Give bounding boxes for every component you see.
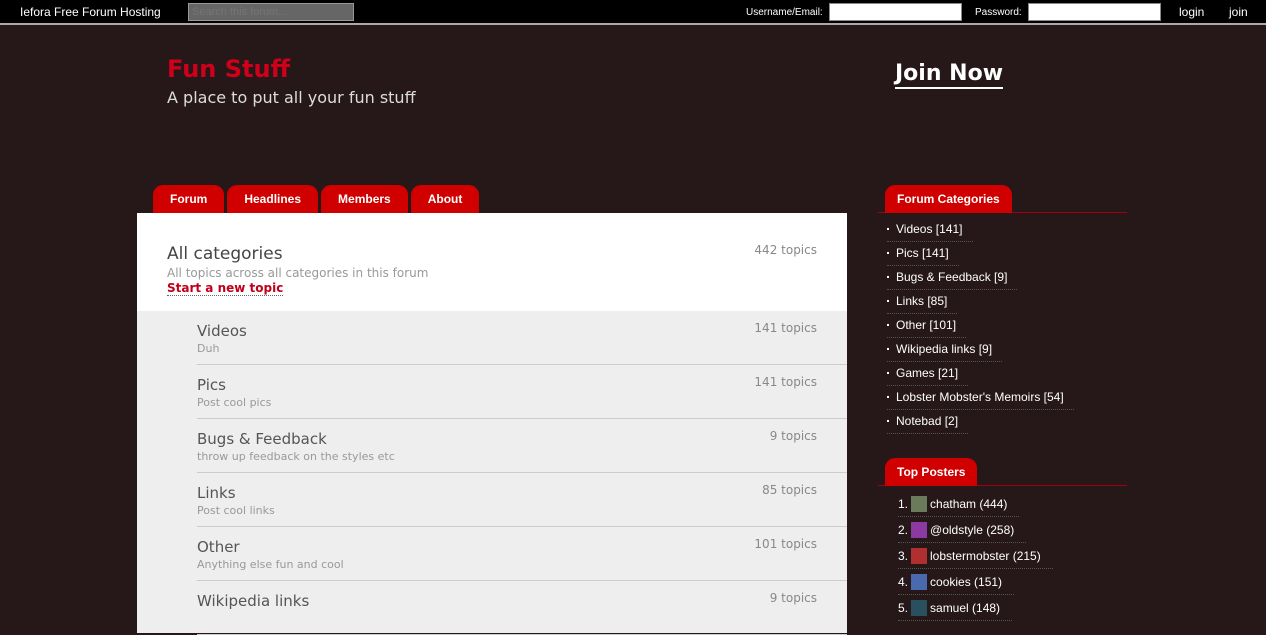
category-row[interactable]: Bugs & Feedback throw up feedback on the… — [197, 419, 847, 473]
sidebar-category-item[interactable]: Links [85] — [887, 290, 1127, 314]
top-poster-item[interactable]: 1. chatham (444) — [898, 492, 1127, 518]
category-row[interactable]: Wikipedia links 9 topics — [197, 581, 847, 635]
start-new-topic-link[interactable]: Start a new topic — [167, 281, 284, 296]
poster-name[interactable]: @oldstyle (258) — [930, 523, 1014, 537]
category-name[interactable]: Links — [197, 484, 236, 502]
avatar — [911, 548, 928, 564]
sidebar-category-item[interactable]: Other [101] — [887, 314, 1127, 338]
avatar — [911, 522, 928, 538]
category-name[interactable]: Bugs & Feedback — [197, 430, 327, 448]
tab-members[interactable]: Members — [321, 185, 408, 213]
top-poster-item[interactable]: 5. samuel (148) — [898, 596, 1127, 622]
sidebar-category-item[interactable]: Lobster Mobster's Memoirs [54] — [887, 386, 1127, 410]
username-label: Username/Email: — [746, 7, 823, 18]
forum-categories-widget: Forum Categories Videos [141] Pics [141]… — [878, 185, 1127, 434]
sidebar-category-item[interactable]: Videos [141] — [887, 218, 1127, 242]
poster-rank: 1. — [898, 497, 909, 511]
category-row[interactable]: Other Anything else fun and cool 101 top… — [197, 527, 847, 581]
sidebar-category-link[interactable]: Links [85] — [887, 294, 958, 314]
sidebar-category-item[interactable]: Games [21] — [887, 362, 1127, 386]
nav-tabs: Forum Headlines Members About — [153, 185, 480, 213]
category-topic-count: 9 topics — [769, 591, 817, 605]
poster-name[interactable]: cookies (151) — [930, 575, 1002, 589]
poster-rank: 5. — [898, 601, 909, 615]
all-categories-header: All categories All topics across all cat… — [137, 213, 847, 311]
avatar — [911, 600, 928, 616]
poster-name[interactable]: samuel (148) — [930, 601, 1000, 615]
category-description: Anything else fun and cool — [197, 558, 344, 571]
category-row[interactable]: Links Post cool links 85 topics — [197, 473, 847, 527]
sidebar-category-item[interactable]: Bugs & Feedback [9] — [887, 266, 1127, 290]
search-input[interactable] — [188, 3, 354, 21]
category-topic-count: 9 topics — [769, 429, 817, 443]
category-description: Duh — [197, 342, 220, 355]
sidebar-category-link[interactable]: Videos [141] — [887, 222, 973, 242]
sidebar-category-item[interactable]: Wikipedia links [9] — [887, 338, 1127, 362]
sidebar-category-link[interactable]: Notebad [2] — [887, 414, 969, 434]
poster-name[interactable]: lobstermobster (215) — [930, 549, 1041, 563]
all-categories-description: All topics across all categories in this… — [167, 266, 429, 280]
category-topic-count: 141 topics — [754, 375, 817, 389]
sidebar-category-item[interactable]: Notebad [2] — [887, 410, 1127, 434]
all-categories-title[interactable]: All categories — [167, 244, 283, 264]
forum-subtitle: A place to put all your fun stuff — [167, 88, 416, 107]
top-posters-widget: Top Posters 1. chatham (444) 2. @oldstyl… — [878, 458, 1127, 622]
top-poster-item[interactable]: 4. cookies (151) — [898, 570, 1127, 596]
sidebar-category-item[interactable]: Pics [141] — [887, 242, 1127, 266]
sidebar-category-link[interactable]: Other [101] — [887, 318, 967, 338]
top-poster-item[interactable]: 3. lobstermobster (215) — [898, 544, 1127, 570]
join-link[interactable]: join — [1229, 5, 1248, 19]
category-name[interactable]: Videos — [197, 322, 247, 340]
top-posters-title: Top Posters — [885, 458, 978, 486]
category-name[interactable]: Pics — [197, 376, 226, 394]
category-topic-count: 85 topics — [762, 483, 817, 497]
category-description: Post cool pics — [197, 396, 272, 409]
top-bar: Iefora Free Forum Hosting Username/Email… — [0, 0, 1266, 25]
tab-forum[interactable]: Forum — [153, 185, 225, 213]
category-row[interactable]: Pics Post cool pics 141 topics — [197, 365, 847, 419]
category-panel: All categories All topics across all cat… — [137, 213, 847, 635]
site-brand-link[interactable]: Iefora Free Forum Hosting — [20, 5, 161, 19]
poster-rank: 4. — [898, 575, 909, 589]
sidebar-category-link[interactable]: Lobster Mobster's Memoirs [54] — [887, 390, 1074, 410]
sidebar-category-link[interactable]: Games [21] — [887, 366, 969, 386]
tab-headlines[interactable]: Headlines — [227, 185, 319, 213]
forum-categories-title: Forum Categories — [885, 185, 1012, 213]
avatar — [911, 496, 928, 512]
forum-title[interactable]: Fun Stuff — [167, 55, 290, 83]
username-input[interactable] — [829, 3, 962, 21]
join-now-link[interactable]: Join Now — [895, 61, 1004, 89]
tab-about[interactable]: About — [410, 185, 480, 213]
category-description: Post cool links — [197, 504, 275, 517]
category-topic-count: 141 topics — [754, 321, 817, 335]
category-row[interactable]: Videos Duh 141 topics — [197, 311, 847, 365]
category-name[interactable]: Other — [197, 538, 240, 556]
sidebar-category-link[interactable]: Wikipedia links [9] — [887, 342, 1003, 362]
top-poster-item[interactable]: 2. @oldstyle (258) — [898, 518, 1127, 544]
category-description: throw up feedback on the styles etc — [197, 450, 395, 463]
poster-rank: 3. — [898, 549, 909, 563]
topic-count: 442 topics — [754, 243, 817, 257]
login-link[interactable]: login — [1179, 5, 1204, 19]
password-label: Password: — [975, 7, 1022, 18]
password-input[interactable] — [1028, 3, 1161, 21]
category-topic-count: 101 topics — [754, 537, 817, 551]
category-name[interactable]: Wikipedia links — [197, 592, 309, 610]
avatar — [911, 574, 928, 590]
sidebar-category-link[interactable]: Pics [141] — [887, 246, 959, 266]
sidebar-category-link[interactable]: Bugs & Feedback [9] — [887, 270, 1018, 290]
poster-rank: 2. — [898, 523, 909, 537]
poster-name[interactable]: chatham (444) — [930, 497, 1007, 511]
